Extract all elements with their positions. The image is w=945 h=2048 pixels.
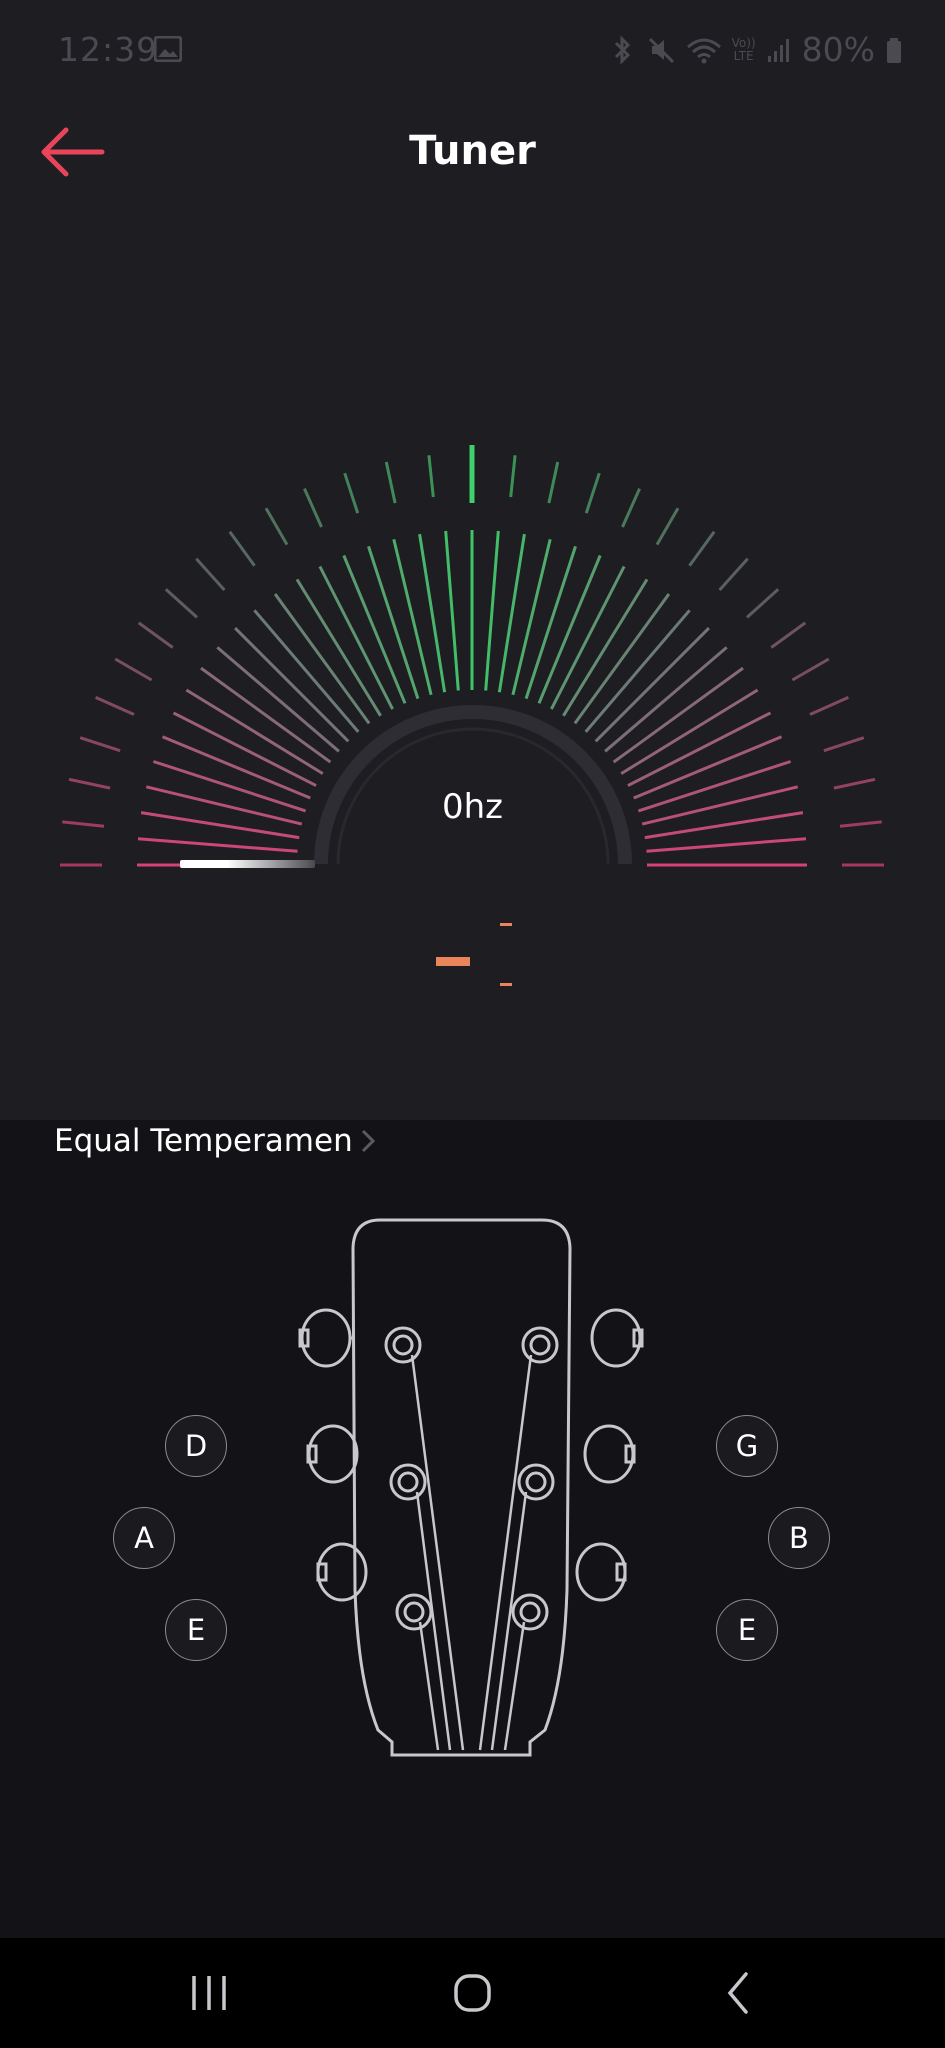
gauge-tick-outer	[809, 696, 850, 716]
gauge-tick-outer	[384, 461, 397, 504]
gauge-tick-inner	[620, 688, 759, 775]
frequency-readout: 0hz	[441, 787, 504, 827]
string-button-g[interactable]: G	[716, 1415, 778, 1477]
gauge-tick-inner	[216, 646, 340, 753]
status-time: 12:39	[58, 30, 159, 69]
gauge-tick-outer	[688, 530, 716, 567]
recents-icon	[192, 1976, 226, 2010]
volte-label: Vo))	[731, 35, 756, 50]
tuner-gauge	[60, 445, 884, 867]
gauge-tick-outer	[791, 657, 830, 682]
temperament-selector[interactable]: Equal Temperamen	[54, 1123, 377, 1159]
home-button[interactable]	[443, 1968, 503, 2018]
gauge-tick-outer	[303, 487, 323, 528]
signal-icon	[767, 38, 789, 62]
status-bar: 12:39 Vo)) LTE 80%	[0, 0, 945, 100]
gauge-tick-outer	[114, 657, 153, 682]
gauge-tick-inner	[444, 530, 460, 691]
gauge-tick-outer	[343, 472, 360, 514]
mute-icon	[648, 37, 674, 63]
gauge-tick-inner	[295, 578, 382, 717]
system-nav-bar	[0, 1938, 945, 2048]
gauge-tick-inner	[484, 530, 500, 691]
gauge-tick-outer	[79, 736, 121, 753]
gauge-tick-outer	[228, 530, 256, 567]
wifi-icon	[686, 38, 721, 63]
back-chevron-icon	[727, 1972, 748, 2014]
string-button-b[interactable]: B	[768, 1507, 830, 1569]
gauge-tick-inner	[185, 688, 324, 775]
string-button-high-e[interactable]: E	[716, 1599, 778, 1661]
system-back-button[interactable]	[710, 1968, 770, 2018]
gauge-tick-inner	[273, 593, 371, 725]
string-button-low-e[interactable]: E	[165, 1599, 227, 1661]
bluetooth-icon	[614, 34, 630, 65]
page-title: Tuner	[409, 128, 536, 174]
gauge-tick-outer	[655, 507, 680, 546]
chevron-right-icon	[361, 1129, 375, 1153]
pitch-marker-upper	[500, 923, 512, 926]
gauge-tick-outer	[745, 588, 780, 619]
status-icons: Vo)) LTE 80%	[608, 30, 875, 69]
gauge-tick-outer	[584, 472, 601, 514]
gauge-tick-inner	[584, 609, 691, 733]
gauge-tick-outer	[621, 487, 641, 528]
home-icon	[454, 1974, 491, 2012]
gauge-tick-outer	[164, 588, 199, 619]
gauge-tick-inner	[604, 646, 728, 753]
gauge-tick-outer	[718, 557, 749, 592]
lte-label: LTE	[733, 48, 754, 63]
gauge-tick-outer	[823, 736, 865, 753]
gauge-tick-outer	[264, 507, 289, 546]
string-button-d[interactable]: D	[165, 1415, 227, 1477]
recents-button[interactable]	[180, 1968, 240, 2018]
pitch-indicator-bar	[180, 860, 315, 868]
battery-icon	[887, 38, 901, 63]
pitch-marker-main	[436, 957, 470, 966]
volte-badge: Vo)) LTE	[731, 35, 756, 63]
gauge-tick-inner	[562, 578, 649, 717]
gauge-tick-outer	[427, 455, 435, 498]
gauge-tick-inner	[646, 837, 807, 853]
string-button-a[interactable]: A	[113, 1507, 175, 1569]
gauge-tick-outer	[195, 557, 226, 592]
gauge-tick-inner	[200, 666, 332, 764]
gauge-tick-inner	[573, 593, 671, 725]
gauge-tick-outer	[547, 461, 560, 504]
guitar-headstock	[298, 1218, 644, 1855]
gauge-tick-inner	[137, 837, 298, 853]
gauge-tick-outer	[770, 621, 807, 649]
gallery-notification-icon	[154, 36, 182, 62]
gauge-tick-inner	[612, 666, 744, 764]
gauge-tick-outer	[137, 621, 174, 649]
temperament-label: Equal Temperamen	[54, 1123, 353, 1159]
gauge-tick-inner	[594, 627, 710, 743]
battery-percent: 80%	[801, 30, 875, 69]
app-bar: Tuner	[0, 110, 945, 200]
gauge-tick-inner	[253, 609, 360, 733]
gauge-tick-inner	[234, 627, 350, 743]
gauge-tick-outer	[509, 455, 517, 498]
gauge-tick-outer	[94, 696, 135, 716]
pitch-marker-lower	[500, 983, 512, 986]
